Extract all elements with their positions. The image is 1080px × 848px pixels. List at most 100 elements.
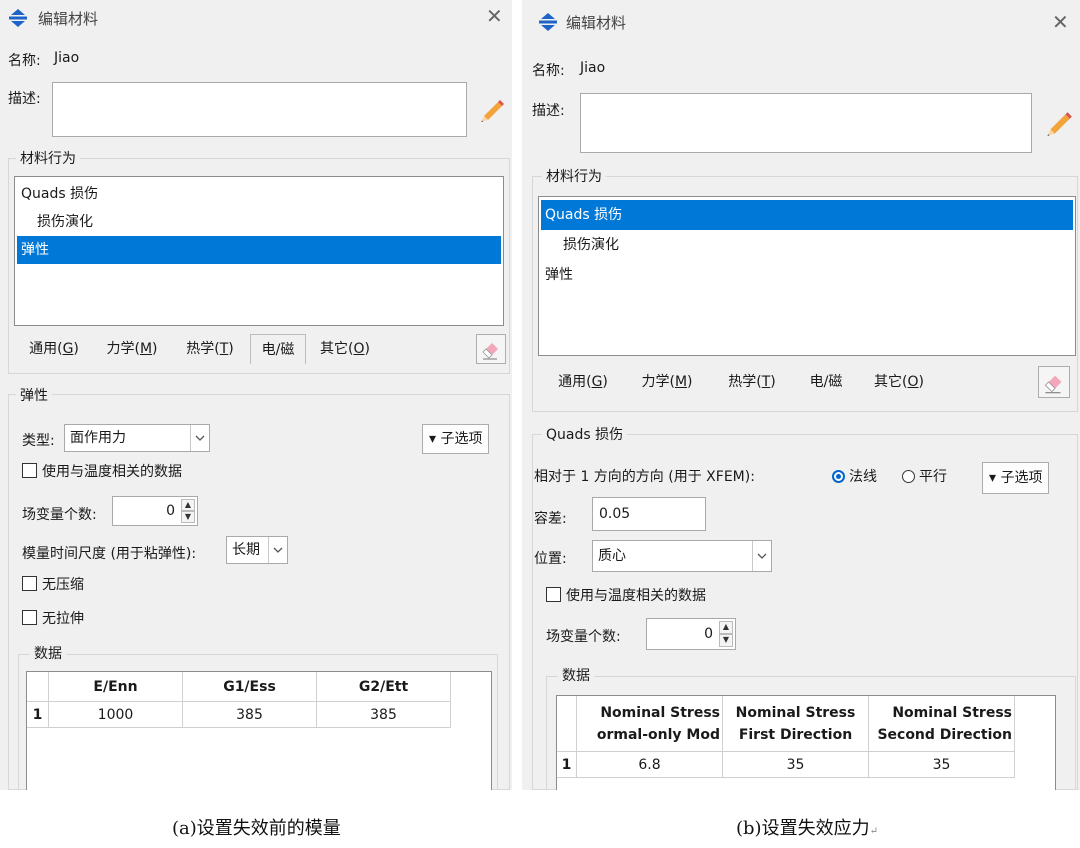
abaqus-diamond-icon — [9, 9, 27, 27]
tab-general[interactable]: 通用(G) — [18, 334, 90, 364]
description-field[interactable] — [52, 82, 467, 137]
tolerance-input[interactable]: 0.05 — [592, 497, 706, 531]
type-label: 类型: — [22, 433, 55, 449]
close-icon[interactable]: ✕ — [1052, 12, 1069, 32]
column-header[interactable]: G1/Ess — [183, 672, 317, 702]
tab-electrical-magnetic[interactable]: 电/磁 — [800, 367, 852, 397]
column-header[interactable]: G2/Ett — [317, 672, 451, 702]
material-behaviors-label: 材料行为 — [16, 148, 80, 168]
dialog-title: 编辑材料 — [38, 10, 99, 28]
close-icon[interactable]: ✕ — [486, 6, 503, 26]
radio-parallel[interactable]: 平行 — [902, 466, 947, 486]
data-table[interactable]: E/Enn G1/Ess G2/Ett 1 1000 385 385 — [26, 671, 492, 790]
spin-down-button[interactable]: ▼ — [181, 511, 195, 523]
name-value: Jiao — [54, 50, 80, 66]
data-group-label: 数据 — [558, 665, 594, 685]
tab-other[interactable]: 其它(O) — [862, 367, 936, 397]
suboptions-button[interactable]: ▾ 子选项 — [982, 462, 1050, 494]
field-variables-spinner[interactable]: 0 ▲ ▼ — [646, 618, 736, 650]
tab-mechanical[interactable]: 力学(M) — [96, 334, 168, 364]
eraser-icon — [482, 343, 498, 360]
list-item[interactable]: 损伤演化 — [17, 208, 501, 236]
list-item[interactable]: 弹性 — [541, 260, 1073, 290]
table-cell[interactable]: 1000 — [49, 702, 183, 728]
tab-thermal[interactable]: 热学(T) — [716, 367, 788, 397]
abaqus-diamond-icon — [539, 13, 557, 31]
material-behaviors-label: 材料行为 — [542, 166, 606, 186]
spin-up-button[interactable]: ▲ — [719, 621, 733, 634]
tab-thermal[interactable]: 热学(T) — [176, 334, 244, 364]
column-header[interactable]: Nominal Stress First Direction — [723, 696, 869, 752]
no-compression-checkbox[interactable]: 无压缩 — [22, 574, 84, 596]
suboptions-button[interactable]: ▾ 子选项 — [422, 424, 490, 454]
no-tension-checkbox[interactable]: 无拉伸 — [22, 608, 84, 630]
paragraph-mark: ↵ — [869, 826, 878, 837]
data-group-label: 数据 — [30, 643, 66, 663]
column-header[interactable]: Nominal Stress ormal-only Mod — [577, 696, 723, 752]
eraser-button[interactable] — [476, 334, 506, 364]
row-header-corner — [27, 672, 49, 702]
row-index: 1 — [557, 752, 577, 778]
row-header-corner — [557, 696, 577, 752]
tab-other[interactable]: 其它(O) — [310, 334, 380, 364]
caption-a: (a)设置失效前的模量 — [172, 818, 341, 839]
behavior-list[interactable]: Quads 损伤 损伤演化 弹性 — [14, 176, 504, 326]
tab-mechanical[interactable]: 力学(M) — [630, 367, 704, 397]
behavior-list[interactable]: Quads 损伤 损伤演化 弹性 — [538, 196, 1076, 356]
name-label: 名称: — [532, 63, 565, 79]
chevron-down-icon — [752, 541, 771, 571]
title-bar: 编辑材料 ✕ — [522, 0, 1080, 44]
section-title: Quads 损伤 — [542, 424, 628, 444]
data-table[interactable]: Nominal Stress ormal-only Mod Nominal St… — [556, 695, 1056, 790]
tab-electrical-magnetic[interactable]: 电/磁 — [250, 334, 306, 364]
position-label: 位置: — [534, 551, 567, 567]
edit-material-dialog-b: 编辑材料 ✕ 名称: Jiao 描述: 材料行为 Quads 损伤 损伤演化 弹… — [522, 0, 1080, 790]
field-variables-spinner[interactable]: 0 ▲ ▼ — [112, 496, 198, 526]
spin-up-button[interactable]: ▲ — [181, 499, 195, 511]
list-item[interactable]: 弹性 — [17, 236, 501, 264]
table-cell[interactable]: 385 — [317, 702, 451, 728]
row-index: 1 — [27, 702, 49, 728]
behavior-category-tabs: 通用(G) 力学(M) 热学(T) 电/磁 其它(O) — [546, 367, 1026, 399]
temperature-dependent-checkbox[interactable]: 使用与温度相关的数据 — [546, 585, 706, 607]
tolerance-label: 容差: — [534, 511, 567, 527]
spin-down-button[interactable]: ▼ — [719, 634, 733, 647]
list-item[interactable]: 损伤演化 — [541, 230, 1073, 260]
description-label: 描述: — [8, 91, 41, 107]
chevron-down-icon — [268, 537, 287, 563]
position-select[interactable]: 质心 — [592, 540, 772, 572]
column-header[interactable]: Nominal Stress Second Direction — [869, 696, 1015, 752]
field-variables-label: 场变量个数: — [546, 629, 621, 645]
behavior-category-tabs: 通用(G) 力学(M) 热学(T) 电/磁 其它(O) — [18, 334, 478, 366]
moduli-time-scale-label: 模量时间尺度 (用于粘弹性): — [22, 546, 197, 562]
edit-material-dialog-a: 编辑材料 ✕ 名称: Jiao 描述: 材料行为 Quads 损伤 损伤演化 弹… — [0, 0, 512, 790]
list-item[interactable]: Quads 损伤 — [541, 200, 1073, 230]
name-label: 名称: — [8, 53, 41, 69]
name-value: Jiao — [580, 60, 606, 76]
radio-button — [832, 470, 845, 483]
description-label: 描述: — [532, 103, 565, 119]
tab-general[interactable]: 通用(G) — [546, 367, 620, 397]
radio-normal[interactable]: 法线 — [832, 466, 877, 486]
direction-label: 相对于 1 方向的方向 (用于 XFEM): — [534, 469, 755, 485]
radio-button — [902, 470, 915, 483]
eraser-icon — [1044, 375, 1062, 394]
chevron-down-icon — [190, 425, 209, 451]
table-cell[interactable]: 35 — [723, 752, 869, 778]
column-header[interactable]: E/Enn — [49, 672, 183, 702]
pencil-icon[interactable] — [478, 96, 506, 124]
eraser-button[interactable] — [1038, 366, 1070, 398]
title-bar: 编辑材料 ✕ — [0, 0, 512, 36]
list-item[interactable]: Quads 损伤 — [17, 180, 501, 208]
field-variables-label: 场变量个数: — [22, 507, 97, 523]
description-field[interactable] — [580, 93, 1032, 153]
pencil-icon[interactable] — [1044, 108, 1074, 138]
temperature-dependent-checkbox[interactable]: 使用与温度相关的数据 — [22, 461, 182, 483]
section-title: 弹性 — [16, 385, 52, 405]
table-cell[interactable]: 35 — [869, 752, 1015, 778]
caption-b: (b)设置失效应力↵ — [736, 818, 878, 839]
table-cell[interactable]: 385 — [183, 702, 317, 728]
type-select[interactable]: 面作用力 — [64, 424, 210, 452]
moduli-time-scale-select[interactable]: 长期 — [226, 536, 288, 564]
table-cell[interactable]: 6.8 — [577, 752, 723, 778]
